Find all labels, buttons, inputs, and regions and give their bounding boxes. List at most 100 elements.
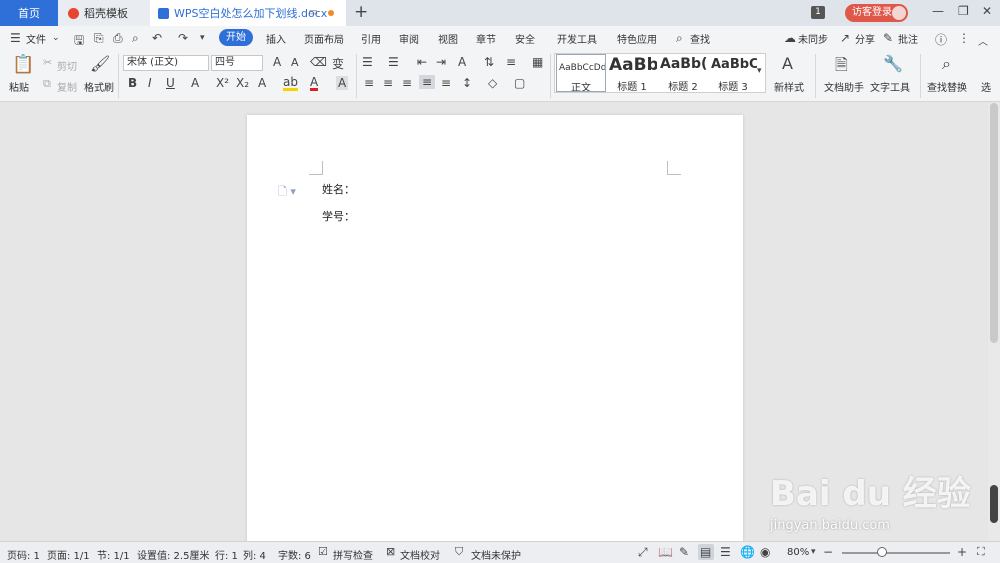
undo-icon[interactable]: ↶ (152, 31, 162, 45)
window-count-badge[interactable]: 1 (811, 6, 825, 19)
search-command[interactable]: 查找 (690, 31, 710, 46)
find-icon[interactable]: ⌕ (942, 54, 951, 74)
chinese-layout-icon[interactable]: A (458, 55, 466, 69)
decrease-indent-icon[interactable]: ⇤ (417, 55, 427, 69)
sync-status[interactable]: 未同步 (798, 31, 828, 46)
zoom-slider-handle[interactable] (877, 547, 887, 557)
distributed-icon[interactable]: ≡ (441, 76, 451, 90)
guest-login-button[interactable]: 访客登录 (845, 4, 908, 22)
restore-button[interactable]: ❐ (958, 4, 969, 18)
zoom-in-button[interactable]: + (957, 545, 967, 559)
status-pages[interactable]: 页面: 1/1 (47, 547, 90, 562)
document-line[interactable]: 姓名： (322, 181, 355, 197)
tab-docer-template[interactable]: 稻壳模板 (58, 0, 150, 26)
status-col[interactable]: 列: 4 (243, 547, 266, 562)
spell-check-button[interactable]: 拼写检查 (333, 547, 373, 562)
paste-icon[interactable]: 📋 (12, 54, 34, 75)
page-view-icon[interactable]: ▤ (700, 545, 711, 559)
show-marks-icon[interactable]: ≡ (506, 55, 516, 69)
new-style-icon[interactable]: A (782, 54, 793, 73)
write-mode-icon[interactable]: ✎ (679, 545, 689, 559)
outline-view-icon[interactable]: ☰ (720, 545, 731, 559)
char-shading-icon[interactable]: A (336, 76, 349, 90)
status-section[interactable]: 节: 1/1 (97, 547, 130, 562)
copy-button[interactable]: 复制 (57, 79, 77, 94)
font-name-select[interactable]: 宋体 (正文) (123, 55, 209, 71)
align-right-icon[interactable]: ≡ (402, 76, 412, 90)
cut-button[interactable]: 剪切 (57, 58, 77, 73)
tab-page-layout[interactable]: 页面布局 (304, 31, 344, 46)
fit-page-icon[interactable]: ⛶ (977, 545, 985, 559)
tab-start[interactable]: 开始 (219, 29, 253, 46)
find-replace-button[interactable]: 查找替换 (927, 79, 967, 94)
shield-icon[interactable]: ⛉ (455, 545, 463, 559)
cloud-icon[interactable]: ☁ (784, 31, 796, 45)
status-page-number[interactable]: 页码: 1 (7, 547, 40, 562)
wrench-icon[interactable]: 🔧 (883, 54, 903, 73)
document-page[interactable]: 🗋 ▾ 姓名： 学号： (247, 115, 743, 545)
tab-review[interactable]: 审阅 (399, 31, 419, 46)
eye-protect-icon[interactable]: ◉ (760, 545, 770, 559)
print-icon[interactable]: ⎙ (113, 31, 123, 46)
annotate-button[interactable]: 批注 (898, 31, 918, 46)
tab-insert[interactable]: 插入 (266, 31, 286, 46)
chevron-down-icon[interactable]: ⌄ (52, 33, 60, 43)
format-painter-icon[interactable]: 🖌 (90, 54, 110, 73)
scrollbar-thumb[interactable] (990, 103, 998, 343)
vertical-scrollbar[interactable] (988, 103, 1000, 541)
zoom-out-button[interactable]: − (823, 545, 833, 559)
bullets-icon[interactable]: ☰ (362, 55, 373, 69)
sort-icon[interactable]: ⇅ (484, 55, 494, 69)
status-row[interactable]: 行: 1 (215, 547, 238, 562)
doc-assistant-button[interactable]: 文档助手 (824, 79, 864, 94)
new-style-button[interactable]: 新样式 (774, 79, 804, 94)
status-word-count[interactable]: 字数: 6 (278, 547, 311, 562)
zoom-slider[interactable] (842, 552, 950, 554)
border-icon[interactable]: ▢ (514, 76, 525, 90)
monitor-icon[interactable]: ▭ (309, 7, 318, 18)
style-normal[interactable]: AaBbCcDd 正文 (556, 54, 606, 92)
gallery-expand-icon[interactable]: ▾ (757, 66, 762, 76)
shading-icon[interactable]: ◇ (488, 76, 497, 90)
select-button[interactable]: 选 (981, 79, 991, 94)
read-mode-icon[interactable]: 📖 (658, 545, 673, 559)
style-heading-3[interactable]: AaBbC 标题 3 (709, 54, 757, 92)
numbering-icon[interactable]: ☰ (388, 55, 399, 69)
export-pdf-icon[interactable]: ⎘ (94, 31, 104, 46)
chevron-down-icon[interactable]: ▾ (811, 547, 816, 557)
help-icon[interactable]: ⓘ (935, 31, 947, 48)
highlight-icon[interactable]: ab (283, 76, 298, 91)
tab-security[interactable]: 安全 (515, 31, 535, 46)
customize-toolbar-icon[interactable]: ▾ (200, 33, 205, 43)
font-color-icon[interactable]: A (310, 76, 319, 91)
web-view-icon[interactable]: 🌐 (740, 545, 755, 559)
collapse-ribbon-icon[interactable]: ︿ (978, 33, 988, 48)
print-preview-icon[interactable]: ⌕ (132, 31, 139, 46)
scissors-icon[interactable]: ✂ (43, 56, 52, 69)
grow-font-icon[interactable]: A (273, 55, 281, 69)
shrink-font-icon[interactable]: A (291, 56, 299, 69)
clear-format-icon[interactable]: ⌫ (310, 55, 327, 69)
tab-home[interactable]: 首页 (0, 0, 58, 26)
doc-protect-status[interactable]: 文档未保护 (471, 547, 521, 562)
more-icon[interactable]: ⋮ (958, 31, 970, 45)
align-center-icon[interactable]: ≡ (383, 76, 393, 90)
hamburger-icon[interactable]: ☰ (10, 31, 21, 45)
close-button[interactable]: ✕ (982, 4, 992, 18)
text-effect-icon[interactable]: A (258, 76, 266, 90)
proofread-icon[interactable]: ⊠ (386, 545, 395, 558)
tab-references[interactable]: 引用 (361, 31, 381, 46)
line-spacing-icon[interactable]: ↕ (462, 76, 472, 90)
fullscreen-icon[interactable]: ⤢ (638, 545, 648, 560)
align-left-icon[interactable]: ≡ (364, 76, 374, 90)
document-line[interactable]: 学号： (322, 208, 355, 224)
zoom-level[interactable]: 80% (787, 547, 809, 558)
doc-proof-button[interactable]: 文档校对 (400, 547, 440, 562)
italic-icon[interactable]: I (148, 76, 152, 90)
format-painter-button[interactable]: 格式刷 (84, 79, 114, 94)
share-icon[interactable]: ↗ (840, 31, 850, 45)
redo-icon[interactable]: ↷ (178, 31, 188, 45)
minimize-button[interactable]: — (932, 4, 944, 18)
superscript-icon[interactable]: X² (216, 76, 229, 90)
share-button[interactable]: 分享 (855, 31, 875, 46)
